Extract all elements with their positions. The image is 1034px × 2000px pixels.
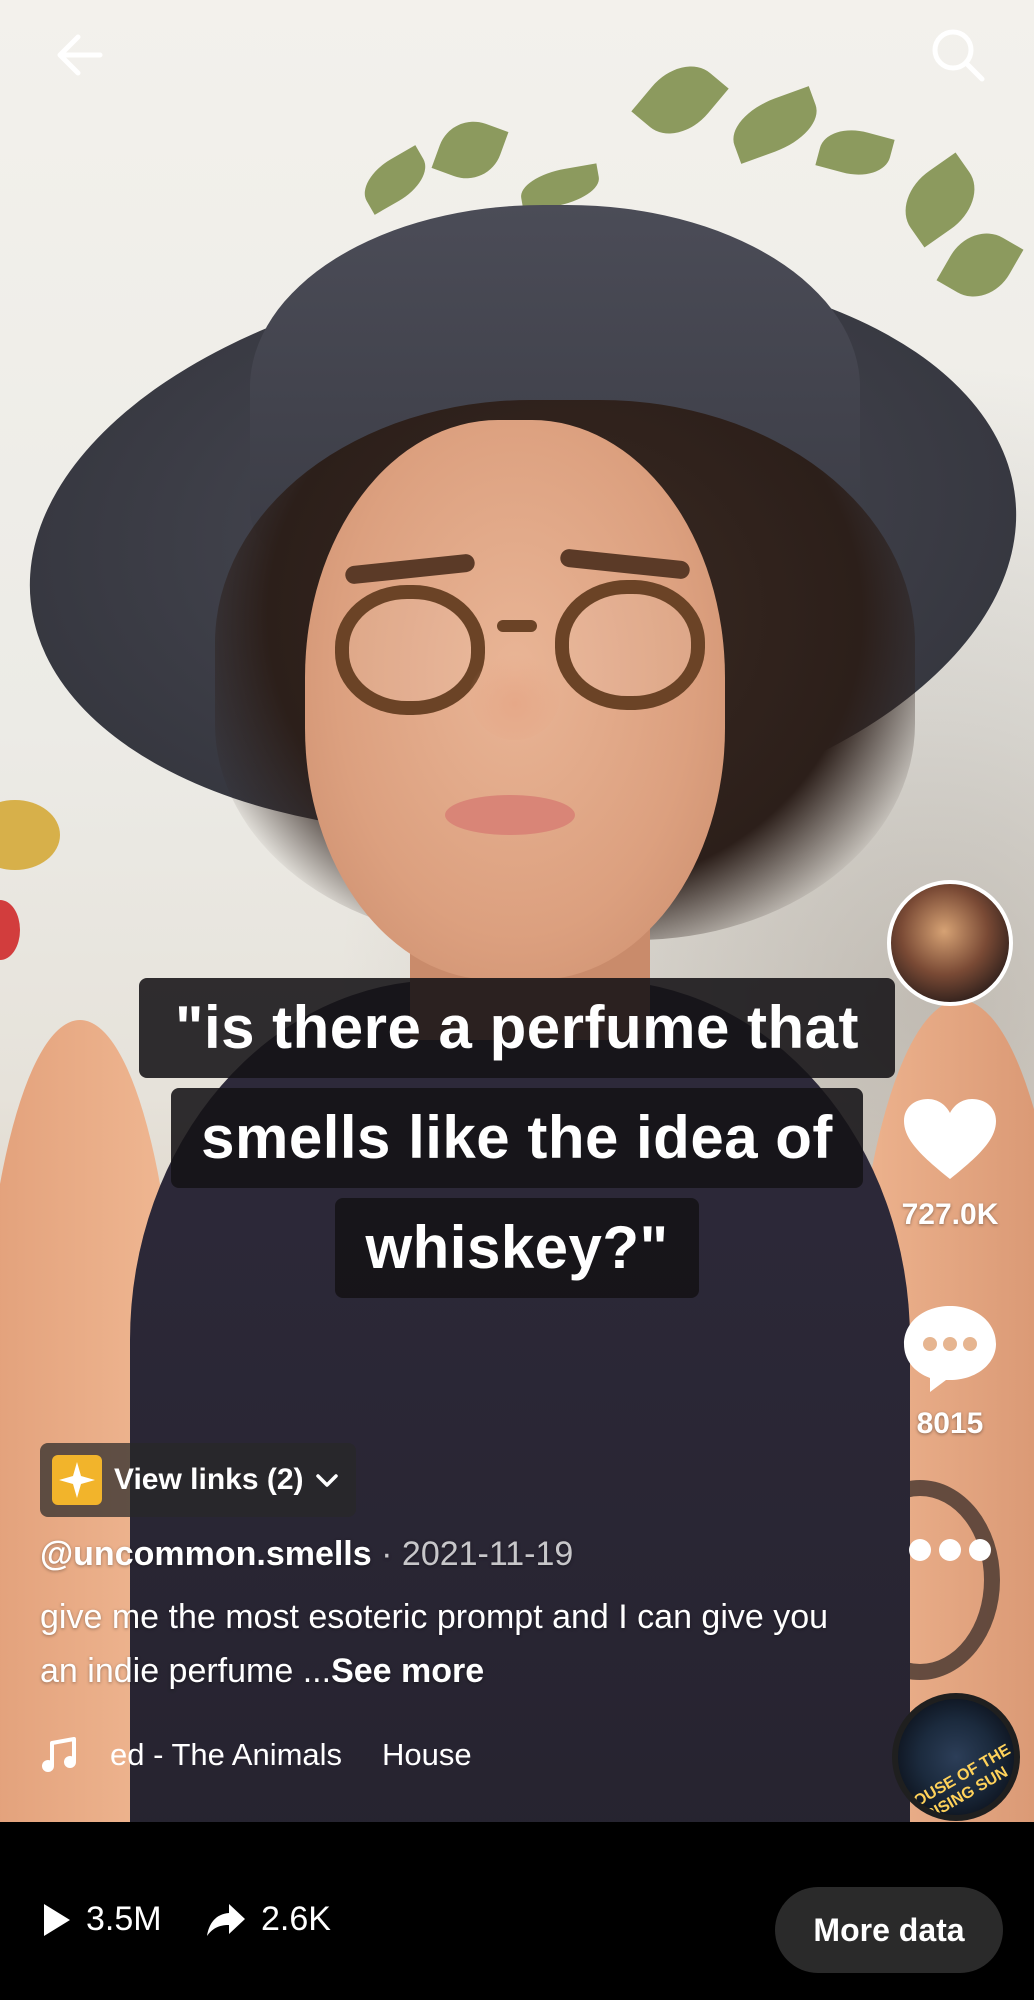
glasses-bridge — [497, 620, 537, 632]
music-disc[interactable]: HOUSE OF THE RISING SUN — [892, 1693, 1020, 1821]
mouth — [445, 795, 575, 835]
search-button[interactable] — [923, 20, 993, 90]
glasses-lens-left — [335, 585, 485, 715]
more-data-button[interactable]: More data — [775, 1887, 1003, 1973]
creator-avatar[interactable] — [887, 880, 1013, 1006]
post-description: give me the most esoteric prompt and I c… — [40, 1590, 840, 1698]
like-count: 727.0K — [901, 1198, 999, 1231]
see-more-link[interactable]: See more — [331, 1652, 484, 1690]
post-date: 2021-11-19 — [401, 1535, 574, 1573]
share-count-value: 2.6K — [261, 1900, 331, 1938]
more-options-button[interactable] — [880, 1535, 1020, 1570]
caption-line: whiskey?" — [335, 1198, 699, 1298]
heart-icon — [904, 1099, 996, 1179]
arrow-left-icon — [57, 34, 103, 76]
ellipsis-icon — [909, 1539, 991, 1561]
comment-bubble-icon — [904, 1306, 996, 1392]
music-track[interactable]: ed - The Animals House — [40, 1730, 472, 1780]
separator-dot: · — [381, 1535, 393, 1573]
video-caption: "is there a perfume that smells like the… — [0, 978, 1034, 1308]
caption-line: "is there a perfume that — [139, 978, 895, 1078]
sparkle-icon — [52, 1455, 102, 1505]
play-count: 3.5M — [40, 1900, 162, 1939]
comment-button[interactable]: 8015 — [880, 1300, 1020, 1441]
share-arrow-icon — [207, 1903, 245, 1936]
like-button[interactable]: 727.0K — [880, 1095, 1020, 1232]
view-links-button[interactable]: View links (2) — [40, 1443, 356, 1517]
share-count: 2.6K — [205, 1900, 331, 1939]
play-count-value: 3.5M — [86, 1900, 162, 1938]
view-links-label: View links (2) — [114, 1463, 304, 1496]
search-icon — [932, 29, 985, 82]
music-track-text: ed - The Animals — [110, 1737, 343, 1772]
music-note-icon — [40, 1735, 84, 1775]
author-handle[interactable]: @uncommon.smells — [40, 1535, 372, 1573]
nose — [470, 650, 560, 740]
comment-count: 8015 — [916, 1407, 984, 1440]
play-icon — [44, 1903, 70, 1936]
back-button[interactable] — [45, 20, 115, 90]
chevron-down-icon — [315, 1465, 338, 1496]
caption-line: smells like the idea of — [171, 1088, 863, 1188]
music-track-text: House — [382, 1737, 472, 1772]
author-line: @uncommon.smells · 2021-11-19 — [40, 1535, 573, 1574]
glasses-lens-right — [555, 580, 705, 710]
